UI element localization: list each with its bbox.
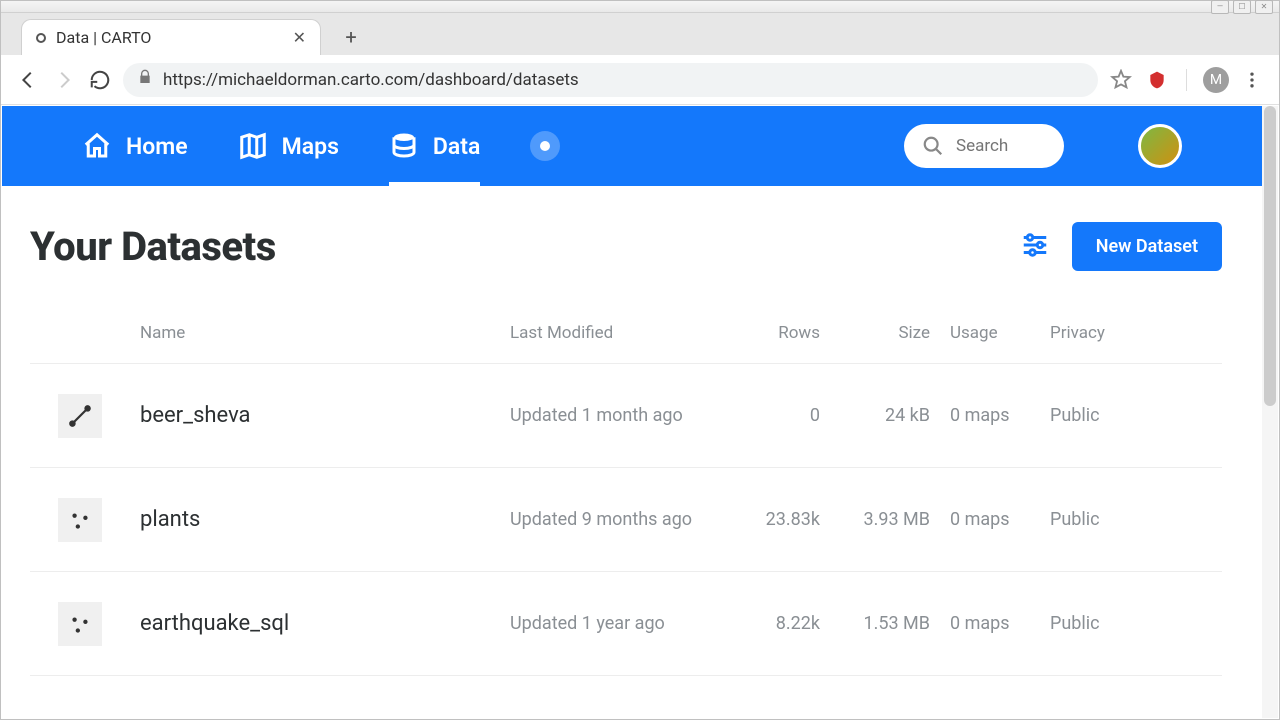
- dataset-usage: 0 maps: [930, 405, 1050, 426]
- tab-title: Data | CARTO: [56, 28, 283, 47]
- table-header: Name Last Modified Rows Size Usage Priva…: [30, 323, 1222, 364]
- col-size: Size: [820, 323, 930, 343]
- scrollbar-thumb[interactable]: [1264, 106, 1276, 406]
- forward-button[interactable]: [51, 67, 77, 93]
- dataset-usage: 0 maps: [930, 613, 1050, 634]
- dataset-rows: 0: [710, 405, 820, 426]
- col-rows: Rows: [710, 323, 820, 343]
- dataset-type-icon: [58, 498, 102, 542]
- dataset-modified: Updated 1 year ago: [510, 613, 710, 634]
- col-name: Name: [140, 323, 510, 343]
- account-avatar[interactable]: [1138, 124, 1182, 168]
- col-usage: Usage: [930, 323, 1050, 343]
- dataset-size: 1.53 MB: [820, 613, 930, 634]
- reload-button[interactable]: [87, 67, 113, 93]
- lock-icon: [137, 69, 153, 90]
- profile-avatar[interactable]: M: [1203, 67, 1229, 93]
- nav-data[interactable]: Data: [389, 106, 480, 186]
- window-minimize-button[interactable]: —: [1211, 0, 1229, 14]
- new-dataset-button[interactable]: New Dataset: [1072, 222, 1222, 271]
- search-input[interactable]: [956, 136, 1036, 156]
- dataset-usage: 0 maps: [930, 509, 1050, 530]
- dataset-name: plants: [140, 507, 510, 532]
- col-privacy: Privacy: [1050, 323, 1160, 343]
- dataset-name: beer_sheva: [140, 403, 510, 428]
- dataset-privacy: Public: [1050, 509, 1160, 530]
- filter-button[interactable]: [1020, 230, 1050, 264]
- back-button[interactable]: [15, 67, 41, 93]
- url-text: https://michaeldorman.carto.com/dashboar…: [163, 70, 579, 90]
- search-box[interactable]: [904, 124, 1064, 168]
- dataset-type-icon: [58, 394, 102, 438]
- dataset-rows: 23.83k: [710, 509, 820, 530]
- extension-shield-icon[interactable]: [1144, 67, 1170, 93]
- datasets-table: Name Last Modified Rows Size Usage Priva…: [30, 323, 1222, 676]
- dataset-privacy: Public: [1050, 613, 1160, 634]
- dataset-modified: Updated 1 month ago: [510, 405, 710, 426]
- table-row[interactable]: beer_shevaUpdated 1 month ago024 kB0 map…: [30, 364, 1222, 468]
- database-icon: [389, 131, 419, 161]
- favicon-icon: [36, 33, 46, 43]
- window-titlebar: — ☐ ✕: [1, 1, 1279, 13]
- tab-close-icon[interactable]: ✕: [293, 28, 306, 47]
- dataset-type-icon: [58, 602, 102, 646]
- col-modified: Last Modified: [510, 323, 710, 343]
- dataset-size: 3.93 MB: [820, 509, 930, 530]
- main-nav: Home Maps Data: [2, 106, 1262, 186]
- dataset-name: earthquake_sql: [140, 611, 510, 636]
- new-tab-button[interactable]: +: [337, 23, 365, 51]
- map-icon: [238, 131, 268, 161]
- nav-maps[interactable]: Maps: [238, 106, 339, 186]
- search-icon: [922, 135, 944, 157]
- notification-dot-icon[interactable]: [530, 131, 560, 161]
- window-close-button[interactable]: ✕: [1255, 0, 1273, 14]
- table-row[interactable]: plantsUpdated 9 months ago23.83k3.93 MB0…: [30, 468, 1222, 572]
- bookmark-star-icon[interactable]: [1108, 67, 1134, 93]
- nav-home[interactable]: Home: [82, 106, 188, 186]
- dataset-modified: Updated 9 months ago: [510, 509, 710, 530]
- browser-tab-active[interactable]: Data | CARTO ✕: [21, 19, 321, 55]
- overflow-menu-icon[interactable]: [1239, 67, 1265, 93]
- dataset-rows: 8.22k: [710, 613, 820, 634]
- window-maximize-button[interactable]: ☐: [1233, 0, 1251, 14]
- home-icon: [82, 131, 112, 161]
- url-input[interactable]: https://michaeldorman.carto.com/dashboar…: [123, 63, 1098, 97]
- page-title: Your Datasets: [30, 223, 276, 270]
- address-bar: https://michaeldorman.carto.com/dashboar…: [1, 55, 1279, 105]
- browser-tabs: Data | CARTO ✕ +: [1, 13, 1279, 55]
- dataset-privacy: Public: [1050, 405, 1160, 426]
- table-row[interactable]: earthquake_sqlUpdated 1 year ago8.22k1.5…: [30, 572, 1222, 676]
- dataset-size: 24 kB: [820, 405, 930, 426]
- sliders-icon: [1020, 230, 1050, 260]
- scrollbar[interactable]: [1262, 106, 1278, 718]
